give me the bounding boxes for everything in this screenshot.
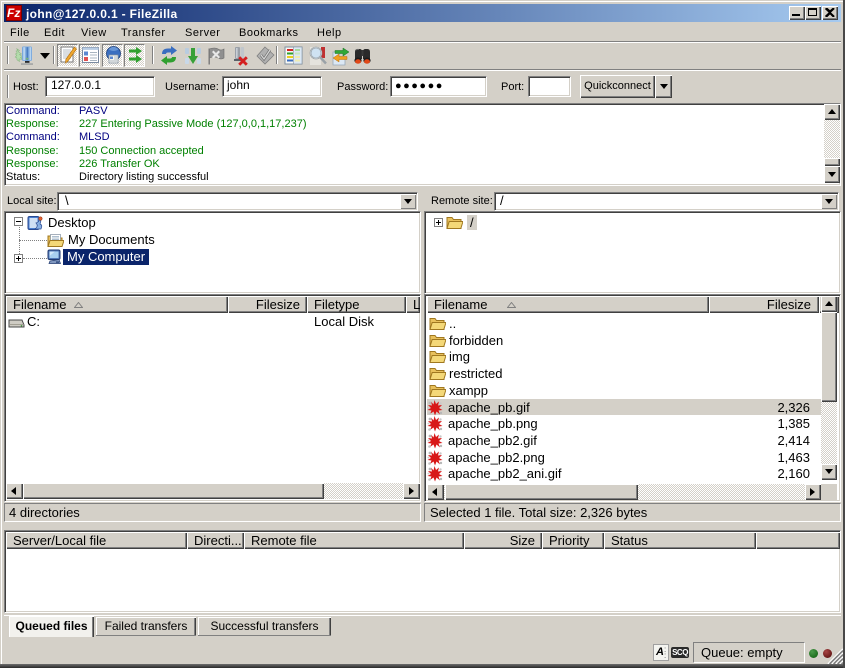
svg-text:Fz: Fz (7, 6, 20, 20)
